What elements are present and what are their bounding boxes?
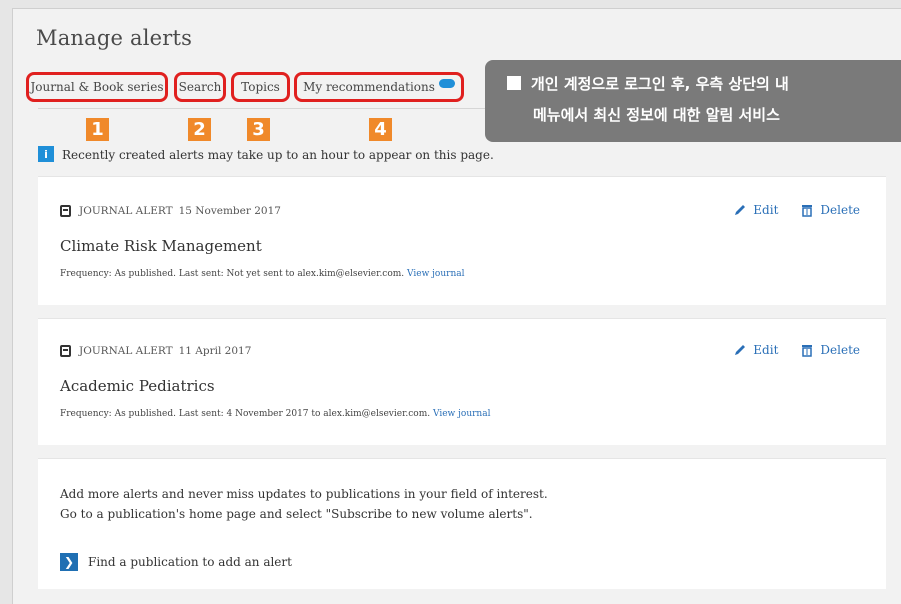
find-publication-label: Find a publication to add an alert (88, 555, 292, 569)
pencil-icon (735, 345, 746, 355)
callout-number-3: 3 (247, 118, 270, 141)
chevron-right-icon: ❯ (60, 553, 78, 571)
tab-label: My recommendations (303, 80, 435, 94)
trash-icon (802, 345, 813, 357)
alert-type-row: JOURNAL ALERT 15 November 2017 (60, 205, 281, 217)
new-badge (438, 78, 455, 88)
page-title: Manage alerts (36, 26, 193, 50)
edit-button[interactable]: Edit (733, 203, 778, 217)
edit-button[interactable]: Edit (733, 343, 778, 357)
delete-label: Delete (820, 203, 860, 217)
view-journal-link[interactable]: View journal (407, 269, 464, 279)
view-journal-link[interactable]: View journal (433, 409, 490, 419)
tab-journal-book-series[interactable]: Journal & Book series (26, 72, 168, 102)
delete-button[interactable]: Delete (800, 343, 860, 357)
cta-line-1: Add more alerts and never miss updates t… (60, 487, 548, 501)
tab-search[interactable]: Search (174, 72, 226, 102)
edit-label: Edit (753, 203, 779, 217)
pencil-icon (735, 205, 746, 215)
tab-my-recommendations[interactable]: My recommendations (294, 72, 464, 102)
alert-type-row: JOURNAL ALERT 11 April 2017 (60, 345, 251, 357)
cta-line-2: Go to a publication's home page and sele… (60, 507, 533, 521)
alert-date: 11 April 2017 (178, 345, 252, 357)
alert-actions: Edit Delete (733, 343, 860, 357)
trash-icon (802, 205, 813, 217)
tab-label: Search (178, 80, 222, 94)
alert-title: Academic Pediatrics (60, 377, 215, 395)
annotation-banner: 개인 계정으로 로그인 후, 우측 상단의 내 메뉴에서 최신 정보에 대한 알… (485, 60, 901, 142)
info-icon: i (38, 146, 54, 162)
tab-label: Topics (241, 80, 280, 94)
delete-button[interactable]: Delete (800, 203, 860, 217)
alert-actions: Edit Delete (733, 203, 860, 217)
document-icon (60, 205, 71, 217)
callout-number-2: 2 (188, 118, 211, 141)
delete-label: Delete (820, 343, 860, 357)
alert-card: JOURNAL ALERT 15 November 2017 Edit Dele… (38, 176, 886, 305)
add-alert-card: Add more alerts and never miss updates t… (38, 458, 886, 589)
info-notice: Recently created alerts may take up to a… (62, 148, 494, 162)
banner-text-1: 개인 계정으로 로그인 후, 우측 상단의 내 (531, 75, 789, 93)
alert-card: JOURNAL ALERT 11 April 2017 Edit Delete … (38, 318, 886, 445)
document-icon (60, 345, 71, 357)
alert-type: JOURNAL ALERT (79, 205, 173, 217)
edit-label: Edit (753, 343, 779, 357)
alert-title: Climate Risk Management (60, 237, 262, 255)
alert-type: JOURNAL ALERT (79, 345, 173, 357)
alert-meta: Frequency: As published. Last sent: 4 No… (60, 409, 490, 419)
banner-line-1: 개인 계정으로 로그인 후, 우측 상단의 내 (507, 73, 789, 94)
callout-number-1: 1 (86, 118, 109, 141)
banner-line-2: 메뉴에서 최신 정보에 대한 알림 서비스 (533, 106, 780, 124)
alert-meta: Frequency: As published. Last sent: Not … (60, 269, 465, 279)
alert-frequency: Frequency: As published. Last sent: 4 No… (60, 409, 431, 419)
callout-number-4: 4 (369, 118, 392, 141)
tab-label: Journal & Book series (30, 80, 164, 94)
tab-topics[interactable]: Topics (231, 72, 290, 102)
alert-date: 15 November 2017 (178, 205, 281, 217)
alert-frequency: Frequency: As published. Last sent: Not … (60, 269, 405, 279)
find-publication-button[interactable]: ❯ Find a publication to add an alert (60, 553, 292, 571)
square-bullet-icon (507, 76, 521, 90)
